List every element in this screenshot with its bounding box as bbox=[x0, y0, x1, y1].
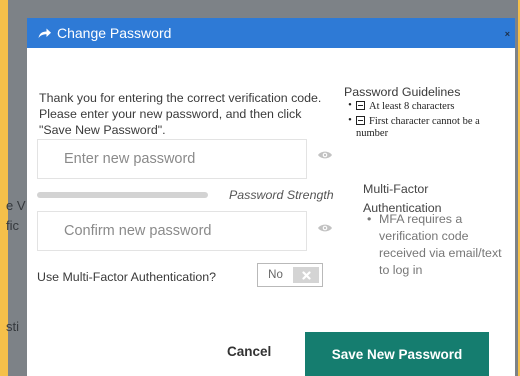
background-text: e V bbox=[6, 198, 26, 213]
close-icon[interactable]: × bbox=[505, 29, 510, 39]
eye-icon[interactable] bbox=[317, 221, 333, 233]
guideline-text: First character cannot be a number bbox=[356, 116, 480, 139]
save-new-password-button[interactable]: Save New Password bbox=[305, 332, 489, 376]
bullet-icon: • bbox=[348, 115, 352, 126]
cancel-button[interactable]: Cancel bbox=[227, 344, 271, 359]
share-arrow-icon bbox=[37, 26, 55, 40]
password-strength-label: Password Strength bbox=[229, 188, 334, 202]
mfa-question-label: Use Multi-Factor Authentication? bbox=[37, 270, 217, 284]
background-text: fic bbox=[6, 218, 19, 233]
guidelines-list: • At least 8 characters • First characte… bbox=[344, 100, 510, 142]
new-password-input[interactable] bbox=[38, 140, 306, 178]
bullet-icon: • bbox=[367, 212, 372, 226]
mfa-note-item: • MFA requires a verification code recei… bbox=[367, 211, 505, 279]
mfa-toggle[interactable]: No bbox=[257, 263, 323, 287]
change-password-dialog: Change Password × Thank you for entering… bbox=[27, 18, 515, 376]
eye-icon[interactable] bbox=[317, 148, 333, 160]
x-icon bbox=[293, 267, 319, 283]
minus-box-icon bbox=[356, 116, 365, 125]
minus-box-icon bbox=[356, 101, 365, 110]
guideline-item: • At least 8 characters bbox=[344, 100, 510, 113]
bullet-icon: • bbox=[348, 100, 352, 111]
confirm-password-input[interactable] bbox=[38, 212, 306, 250]
guidelines-title: Password Guidelines bbox=[344, 85, 461, 99]
mfa-note-text: MFA requires a verification code receive… bbox=[379, 212, 502, 277]
dialog-title: Change Password bbox=[57, 25, 172, 41]
confirm-password-field[interactable] bbox=[37, 211, 307, 251]
guideline-text: At least 8 characters bbox=[369, 101, 455, 112]
new-password-field[interactable] bbox=[37, 139, 307, 179]
password-strength-bar bbox=[37, 192, 208, 198]
guideline-item: • First character cannot be a number bbox=[344, 115, 510, 140]
background-text: sti bbox=[6, 319, 19, 334]
mfa-toggle-value: No bbox=[268, 269, 283, 281]
intro-text: Thank you for entering the correct verif… bbox=[39, 91, 322, 137]
dialog-header: Change Password × bbox=[27, 18, 515, 48]
